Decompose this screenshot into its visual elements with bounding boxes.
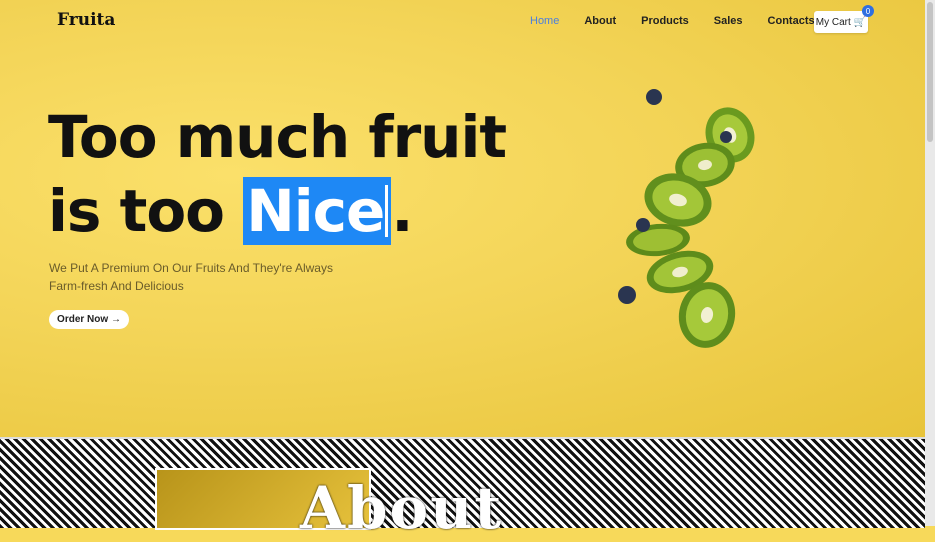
hero-headline: Too much fruit is too Nice. xyxy=(48,100,507,248)
hero-subtitle: We Put A Premium On Our Fruits And They'… xyxy=(49,261,333,293)
cart-label: My Cart xyxy=(815,16,851,28)
nav-home[interactable]: Home xyxy=(530,15,559,27)
brand-logo[interactable]: Fruita xyxy=(57,10,115,30)
headline-line-1: Too much fruit xyxy=(48,103,507,171)
main-nav: Home About Products Sales Contacts xyxy=(530,15,840,27)
page-scrollbar[interactable] xyxy=(925,0,935,526)
headline-highlighted-word: Nice xyxy=(243,177,392,245)
cart-count-badge: 0 xyxy=(862,5,874,17)
highlight-text: Nice xyxy=(246,177,385,245)
nav-contacts[interactable]: Contacts xyxy=(768,15,815,27)
typing-caret xyxy=(385,185,389,237)
cart-icon: 🛒 xyxy=(853,16,867,28)
order-now-button[interactable]: Order Now → xyxy=(49,310,129,329)
nav-about[interactable]: About xyxy=(584,15,616,27)
cart-button[interactable]: My Cart 🛒 0 xyxy=(814,5,874,33)
kiwi-slices-image xyxy=(618,89,755,348)
headline-suffix: . xyxy=(391,177,413,245)
scrollbar-thumb[interactable] xyxy=(927,2,933,142)
about-heading: About xyxy=(300,474,504,542)
nav-sales[interactable]: Sales xyxy=(714,15,743,27)
headline-line-2-prefix: is too xyxy=(48,177,244,245)
nav-products[interactable]: Products xyxy=(641,15,689,27)
